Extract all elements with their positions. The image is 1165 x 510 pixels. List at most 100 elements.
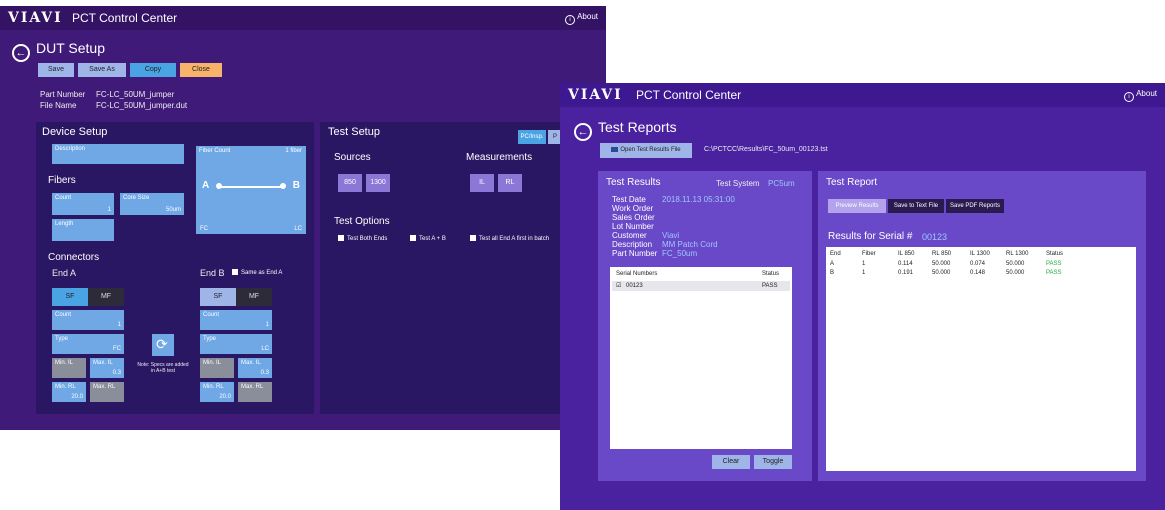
end-a-max-rl[interactable]: Max. RL xyxy=(90,382,124,402)
end-b-max-il-label: Max. IL xyxy=(241,360,261,366)
table-cell: A xyxy=(830,261,835,267)
end-b-max-il[interactable]: Max. IL 0.3 xyxy=(238,358,272,378)
measure-il-button[interactable]: IL xyxy=(470,174,494,192)
end-b-min-rl[interactable]: Min. RL 20.0 xyxy=(200,382,234,402)
end-b-max-rl[interactable]: Max. RL xyxy=(238,382,272,402)
open-results-label: Open Test Results File xyxy=(620,147,681,153)
clear-button[interactable]: Clear xyxy=(712,455,750,469)
toggle-button[interactable]: Toggle xyxy=(754,455,792,469)
test-a-b-checkbox[interactable]: Test A + B xyxy=(410,235,446,242)
part-number-label: Part Number xyxy=(40,90,86,99)
serial-header: Serial Numbers xyxy=(616,271,658,277)
end-a-min-rl-value: 20.0 xyxy=(71,394,83,400)
end-a-min-rl[interactable]: Min. RL 20.0 xyxy=(52,382,86,402)
info-icon: i xyxy=(1124,92,1135,102)
core-size-label: Core Size xyxy=(123,195,150,201)
test-field-value: MM Patch Cord xyxy=(662,240,718,249)
serial-row[interactable]: ☑ 00123 PASS xyxy=(612,281,790,291)
back-icon[interactable]: ← xyxy=(12,44,30,62)
test-both-ends-label: Test Both Ends xyxy=(347,236,388,242)
end-b-type-field[interactable]: Type LC xyxy=(200,334,272,354)
about-button[interactable]: i About xyxy=(1124,89,1157,102)
refresh-icon: ⟳ xyxy=(156,336,168,352)
end-a-mf-button[interactable]: MF xyxy=(88,288,124,306)
test-reports-window: VIAVI PCT Control Center i About ← Test Re… xyxy=(560,83,1165,510)
end-b-count-field[interactable]: Count 1 xyxy=(200,310,272,330)
part-number-value: FC-LC_50UM_jumper xyxy=(96,90,175,99)
title-bar: VIAVI PCT Control Center i About xyxy=(560,83,1165,107)
serial-checkbox[interactable]: ☑ xyxy=(616,282,621,289)
test-field-value: FC_50um xyxy=(662,249,698,258)
device-setup-title: Device Setup xyxy=(42,126,108,138)
serial-status: PASS xyxy=(762,283,778,289)
test-report-panel: Test Report Preview Results Save to Text… xyxy=(818,171,1146,481)
copy-end-button[interactable]: ⟳ xyxy=(152,334,174,356)
close-button[interactable]: Close xyxy=(180,63,222,77)
checkbox-icon xyxy=(410,235,416,241)
test-all-end-a-checkbox[interactable]: Test all End A first in batch xyxy=(470,235,549,242)
source-850-button[interactable]: 850 xyxy=(338,174,362,192)
app-title: PCT Control Center xyxy=(636,88,742,102)
tab-pc-insp[interactable]: PC/Insp. xyxy=(518,130,546,144)
end-a-label: End A xyxy=(52,268,77,278)
preview-b-conn: LC xyxy=(294,226,302,232)
table-header-cell: IL 850 xyxy=(898,251,915,257)
file-name-label: File Name xyxy=(40,101,77,110)
open-results-button[interactable]: Open Test Results File xyxy=(600,143,692,158)
test-field-value: 2018.11.13 05:31:00 xyxy=(662,195,735,204)
table-header-cell: RL 1300 xyxy=(1006,251,1029,257)
table-cell: 1 xyxy=(862,270,866,276)
end-b-min-il[interactable]: Min. IL xyxy=(200,358,234,378)
fiber-end-b xyxy=(280,183,286,189)
same-as-end-a-checkbox[interactable]: Same as End A xyxy=(232,269,282,276)
count-field[interactable]: Count 1 xyxy=(52,193,114,215)
back-icon[interactable]: ← xyxy=(574,123,592,141)
end-b-min-rl-value: 20.0 xyxy=(219,394,231,400)
end-b-sf-button[interactable]: SF xyxy=(200,288,236,306)
save-text-button[interactable]: Save to Text File xyxy=(888,199,944,213)
test-field-value: Viavi xyxy=(662,231,680,240)
table-header-cell: IL 1300 xyxy=(970,251,990,257)
measure-rl-button[interactable]: RL xyxy=(498,174,522,192)
end-a-type-field[interactable]: Type FC xyxy=(52,334,124,354)
end-a-sf-button[interactable]: SF xyxy=(52,288,88,306)
source-1300-button[interactable]: 1300 xyxy=(366,174,390,192)
table-cell: 0.074 xyxy=(970,261,986,267)
test-results-title: Test Results xyxy=(606,177,661,188)
test-field-label: Part Number xyxy=(612,249,658,258)
results-table: End Fiber IL 850 RL 850 IL 1300 RL 1300 Status… xyxy=(826,247,1136,471)
end-a-count-value: 1 xyxy=(117,322,121,328)
checkbox-icon xyxy=(470,235,476,241)
dut-setup-window: VIAVI PCT Control Center i About ← DUT Set… xyxy=(0,6,606,430)
preview-count: 1 fiber xyxy=(285,148,302,154)
test-field-label: Lot Number xyxy=(612,222,654,231)
table-row[interactable]: A 1 0.114 50.000 0.074 50.000 PASS xyxy=(826,261,1136,270)
count-value: 1 xyxy=(107,207,111,213)
length-field[interactable]: Length xyxy=(52,219,114,241)
end-a-max-il[interactable]: Max. IL 0.3 xyxy=(90,358,124,378)
copy-button[interactable]: Copy xyxy=(130,63,176,77)
table-row[interactable]: B 1 0.191 50.000 0.148 50.000 PASS xyxy=(826,270,1136,279)
table-header-cell: RL 850 xyxy=(932,251,952,257)
end-a-type-value: FC xyxy=(113,346,121,352)
viavi-logo: VIAVI xyxy=(568,87,623,103)
core-size-field[interactable]: Core Size 50um xyxy=(120,193,184,215)
test-field-label: Test Date xyxy=(612,195,646,204)
test-system-label: Test System xyxy=(716,179,760,188)
checkbox-icon xyxy=(338,235,344,241)
length-label: Length xyxy=(55,221,74,227)
save-button[interactable]: Save xyxy=(38,63,74,77)
viavi-logo: VIAVI xyxy=(8,10,63,26)
about-button[interactable]: i About xyxy=(565,12,598,25)
end-a-min-il[interactable]: Min. IL xyxy=(52,358,86,378)
end-b-mf-button[interactable]: MF xyxy=(236,288,272,306)
table-cell: 50.000 xyxy=(932,261,951,267)
save-as-button[interactable]: Save As xyxy=(78,63,126,77)
end-a-type-label: Type xyxy=(55,336,69,342)
preview-results-button[interactable]: Preview Results xyxy=(828,199,886,213)
test-report-title: Test Report xyxy=(826,177,878,188)
save-pdf-button[interactable]: Save PDF Reports xyxy=(946,199,1004,213)
end-a-count-field[interactable]: Count 1 xyxy=(52,310,124,330)
description-field[interactable]: Description xyxy=(52,144,184,164)
test-both-ends-checkbox[interactable]: Test Both Ends xyxy=(338,235,387,242)
